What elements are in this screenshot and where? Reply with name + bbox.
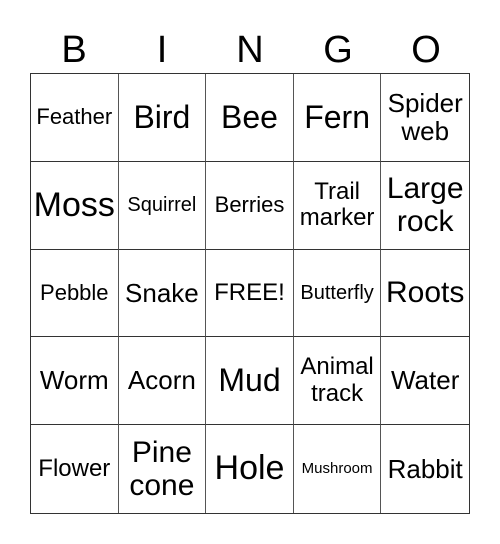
bingo-cell: Bird xyxy=(118,74,207,162)
bingo-cell: Snake xyxy=(118,249,207,338)
header-letter-b: B xyxy=(61,29,87,71)
bingo-cell: Flower xyxy=(31,425,119,513)
header-letter-o: O xyxy=(411,29,441,71)
header-letter-n: N xyxy=(236,29,264,71)
bingo-cell: Animal track xyxy=(293,337,382,426)
bingo-cell: Squirrel xyxy=(118,161,207,250)
header-letter-g: G xyxy=(323,29,353,71)
free-space-cell: FREE! xyxy=(206,249,294,338)
bingo-cell: Acorn xyxy=(118,337,207,426)
header-letter-i: I xyxy=(156,29,168,71)
bingo-cell: Worm xyxy=(31,337,119,426)
bingo-cell: Mud xyxy=(206,337,294,426)
bingo-cell: Mushroom xyxy=(294,425,382,513)
bingo-cell: Hole xyxy=(206,425,294,513)
bingo-cell: Moss xyxy=(31,161,119,250)
bingo-cell: Bee xyxy=(206,74,294,162)
bingo-grid: Feather Bird Bee Fern Spider web Moss Sq… xyxy=(30,73,470,514)
bingo-cell: Spider web xyxy=(381,74,469,162)
bingo-cell: Water xyxy=(381,337,469,426)
bingo-cell: Fern xyxy=(293,74,382,162)
bingo-header: B I N G O xyxy=(30,28,470,72)
bingo-cell: Roots xyxy=(381,250,469,338)
bingo-cell: Pebble xyxy=(31,249,119,338)
bingo-cell: Large rock xyxy=(381,162,469,250)
bingo-cell: Pine cone xyxy=(119,425,207,513)
bingo-cell: Butterfly xyxy=(293,249,382,338)
bingo-cell: Feather xyxy=(31,74,119,162)
bingo-cell: Trail marker xyxy=(293,161,382,250)
bingo-cell: Rabbit xyxy=(387,453,463,484)
bingo-cell: Berries xyxy=(206,161,294,250)
